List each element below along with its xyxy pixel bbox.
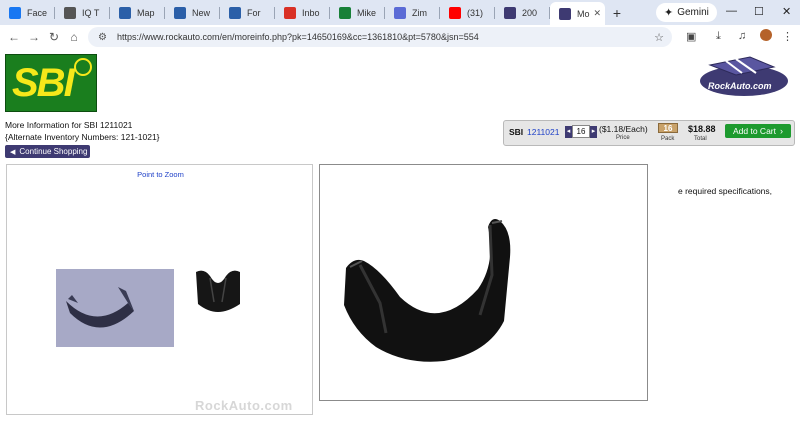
browser-tab[interactable]: (31) bbox=[440, 0, 495, 25]
url-text[interactable]: https://www.rockauto.com/en/moreinfo.php… bbox=[117, 32, 479, 42]
alternate-inventory: {Alternate Inventory Numbers: 121-1021} bbox=[5, 132, 160, 142]
menu-icon[interactable]: ⋮ bbox=[782, 30, 793, 43]
page-icon bbox=[229, 6, 241, 19]
tab-label: Face bbox=[27, 7, 48, 18]
pack-label: Pack bbox=[661, 136, 675, 142]
download-icon[interactable]: ⤓ bbox=[716, 30, 721, 43]
tab-search-icon[interactable]: ▣ bbox=[686, 30, 696, 43]
tab-label: 200 bbox=[522, 7, 538, 18]
sbi-logo: SBI bbox=[5, 54, 97, 112]
gemini-spark-icon: ✦ bbox=[664, 7, 674, 19]
rockauto-icon bbox=[559, 7, 571, 20]
thumbnail-image-1[interactable] bbox=[56, 269, 174, 347]
quantity-increase-button[interactable]: ▸ bbox=[590, 125, 597, 138]
tab-label: Mike bbox=[357, 7, 377, 18]
price-box: SBI 1211021 ◂ 16 ▸ ($1.18/Each) Price 16… bbox=[503, 120, 795, 146]
price-label: Price bbox=[616, 135, 630, 141]
valve-seal-large-image bbox=[344, 219, 511, 362]
page-icon bbox=[174, 6, 186, 19]
browser-tab[interactable]: Mike bbox=[330, 0, 385, 25]
back-icon[interactable]: ← bbox=[4, 30, 24, 44]
rockauto-icon bbox=[504, 6, 516, 19]
sbi-logo-text: SBI bbox=[12, 61, 75, 105]
tab-label: Map bbox=[137, 7, 155, 18]
chat-icon bbox=[64, 6, 76, 19]
address-bar[interactable]: ⚙ https://www.rockauto.com/en/moreinfo.p… bbox=[88, 27, 672, 47]
rockauto-logo[interactable]: RockAuto.com bbox=[696, 53, 791, 103]
browser-tab[interactable]: 200 bbox=[495, 0, 550, 25]
add-to-cart-button[interactable]: Add to Cart › bbox=[725, 124, 791, 138]
browser-tab[interactable]: For bbox=[220, 0, 275, 25]
pack-icon: 16 bbox=[658, 123, 678, 133]
tab-list: Face IQ T Map New For Inbo Mike Zim (31) 200 Mo ✕ bbox=[0, 0, 605, 25]
page-icon bbox=[119, 6, 131, 19]
chevron-right-icon: › bbox=[780, 126, 783, 136]
zim-icon bbox=[394, 6, 406, 19]
thumbnail-pane: Point to Zoom RockAuto.com bbox=[6, 164, 313, 415]
browser-tab[interactable]: Zim bbox=[385, 0, 440, 25]
forward-icon[interactable]: → bbox=[24, 30, 44, 44]
gemini-button[interactable]: ✦ Gemini bbox=[656, 3, 717, 22]
browser-tab[interactable]: Inbo bbox=[275, 0, 330, 25]
rockauto-logo-text: RockAuto.com bbox=[708, 81, 772, 91]
thumbnail-image-2[interactable] bbox=[190, 266, 246, 314]
valve-seal-render-icon bbox=[66, 287, 134, 328]
quantity-decrease-button[interactable]: ◂ bbox=[565, 125, 572, 138]
home-icon[interactable]: ⌂ bbox=[64, 30, 84, 44]
facebook-icon bbox=[9, 6, 21, 19]
navigation-bar: ← → ↻ ⌂ ⚙ https://www.rockauto.com/en/mo… bbox=[0, 25, 800, 49]
tab-label: Mo bbox=[577, 8, 590, 19]
back-arrow-icon: ◀ bbox=[10, 148, 16, 156]
tab-label: (31) bbox=[467, 7, 484, 18]
tab-label: IQ T bbox=[82, 7, 100, 18]
youtube-icon bbox=[449, 6, 461, 19]
total-price: $18.88 bbox=[688, 124, 716, 134]
total-label: Total bbox=[694, 136, 707, 142]
page-content: SBI RockAuto.com More Information for SB… bbox=[0, 49, 800, 427]
close-tab-icon[interactable]: ✕ bbox=[593, 8, 601, 19]
tab-label: Zim bbox=[412, 7, 427, 18]
unit-price: ($1.18/Each) bbox=[599, 124, 648, 134]
browser-tab[interactable]: IQ T bbox=[55, 0, 110, 25]
maximize-icon[interactable]: ☐ bbox=[754, 5, 764, 18]
browser-tab[interactable]: Face bbox=[0, 0, 55, 25]
browser-tab[interactable]: Mo ✕ bbox=[550, 2, 605, 25]
site-settings-icon[interactable]: ⚙ bbox=[98, 32, 107, 43]
tab-label: Inbo bbox=[302, 7, 320, 18]
globe-icon bbox=[74, 58, 92, 76]
description-text: e required specifications, bbox=[678, 186, 773, 196]
bookmark-star-icon[interactable]: ☆ bbox=[654, 31, 664, 44]
tab-label: For bbox=[247, 7, 261, 18]
gmail-icon bbox=[284, 6, 296, 19]
continue-shopping-button[interactable]: ◀ Continue Shopping bbox=[5, 145, 90, 158]
close-window-icon[interactable]: ✕ bbox=[782, 5, 791, 18]
reload-icon[interactable]: ↻ bbox=[44, 30, 64, 44]
page-title: More Information for SBI 1211021 bbox=[5, 120, 133, 130]
browser-tab[interactable]: New bbox=[165, 0, 220, 25]
new-tab-button[interactable]: + bbox=[605, 5, 629, 21]
rockauto-logo-graphic bbox=[700, 56, 788, 96]
add-to-cart-label: Add to Cart bbox=[733, 126, 776, 136]
sheets-icon bbox=[339, 6, 351, 19]
media-control-icon[interactable]: ♫ bbox=[738, 30, 746, 42]
quantity-input[interactable]: 16 bbox=[572, 125, 590, 138]
browser-tab[interactable]: Map bbox=[110, 0, 165, 25]
quantity-stepper: ◂ 16 ▸ bbox=[565, 125, 597, 138]
main-image-pane[interactable] bbox=[319, 164, 648, 401]
part-number-link[interactable]: 1211021 bbox=[527, 127, 559, 137]
continue-shopping-label: Continue Shopping bbox=[19, 147, 88, 156]
tab-label: New bbox=[192, 7, 211, 18]
profile-avatar[interactable] bbox=[760, 29, 772, 41]
watermark: RockAuto.com bbox=[195, 398, 293, 413]
brand-label: SBI bbox=[509, 127, 524, 137]
gemini-label: Gemini bbox=[677, 7, 709, 18]
valve-seal-photo-icon bbox=[196, 270, 240, 312]
zoom-hint: Point to Zoom bbox=[137, 170, 184, 179]
minimize-icon[interactable]: — bbox=[726, 5, 737, 17]
